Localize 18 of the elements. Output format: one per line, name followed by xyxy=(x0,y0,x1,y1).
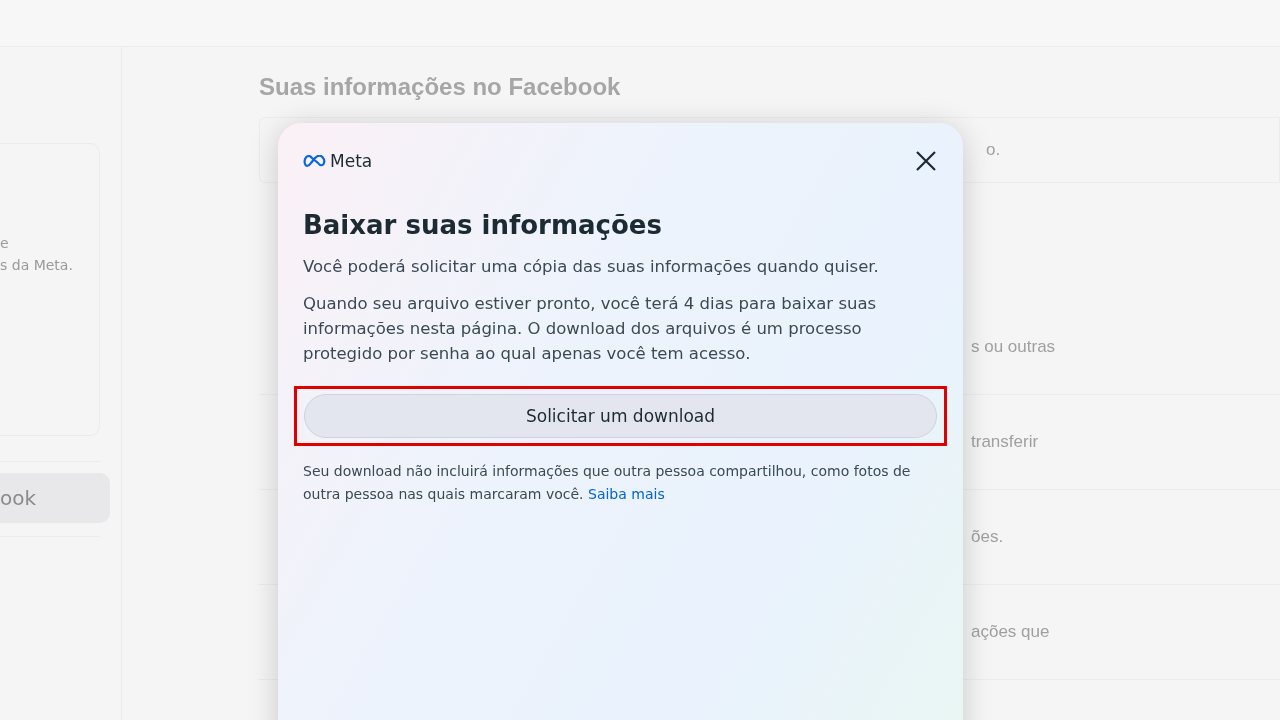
row-description: transferir xyxy=(971,432,1039,452)
dialog-title: Baixar suas informações xyxy=(303,210,663,240)
sidebar-item[interactable]: ook xyxy=(0,473,110,523)
card-text: s da Meta. xyxy=(0,256,74,275)
body-text: Quando seu arquivo estiver pronto, você terá 4 dias para baixar suas informações nesta página. O download dos arquivos é um processo protegido por senha ao qual apenas você tem acesso. xyxy=(303,293,878,365)
row-description: ações que xyxy=(971,622,1050,642)
intro-text: Você poderá solicitar uma cópia das suas informações quando quiser. xyxy=(303,256,880,278)
section-title: Suas informações no Facebook xyxy=(259,73,622,101)
row-description: ões. xyxy=(971,527,1004,547)
row-description: s ou outras xyxy=(971,337,1056,357)
note-text: Seu download não incluirá informações que outra pessoa compartilhou, como fotos de outra pessoa nas quais marcaram você. Saiba mais xyxy=(303,462,912,504)
request-download-button[interactable]: Solicitar um download xyxy=(304,394,937,438)
card-text: e xyxy=(0,234,10,253)
brand-name: Meta xyxy=(330,151,373,171)
close-button[interactable] xyxy=(914,149,938,173)
infinity-logo-icon xyxy=(303,155,327,167)
row-description: o. xyxy=(986,140,1001,160)
learn-more-link[interactable]: Saiba mais xyxy=(588,486,665,502)
